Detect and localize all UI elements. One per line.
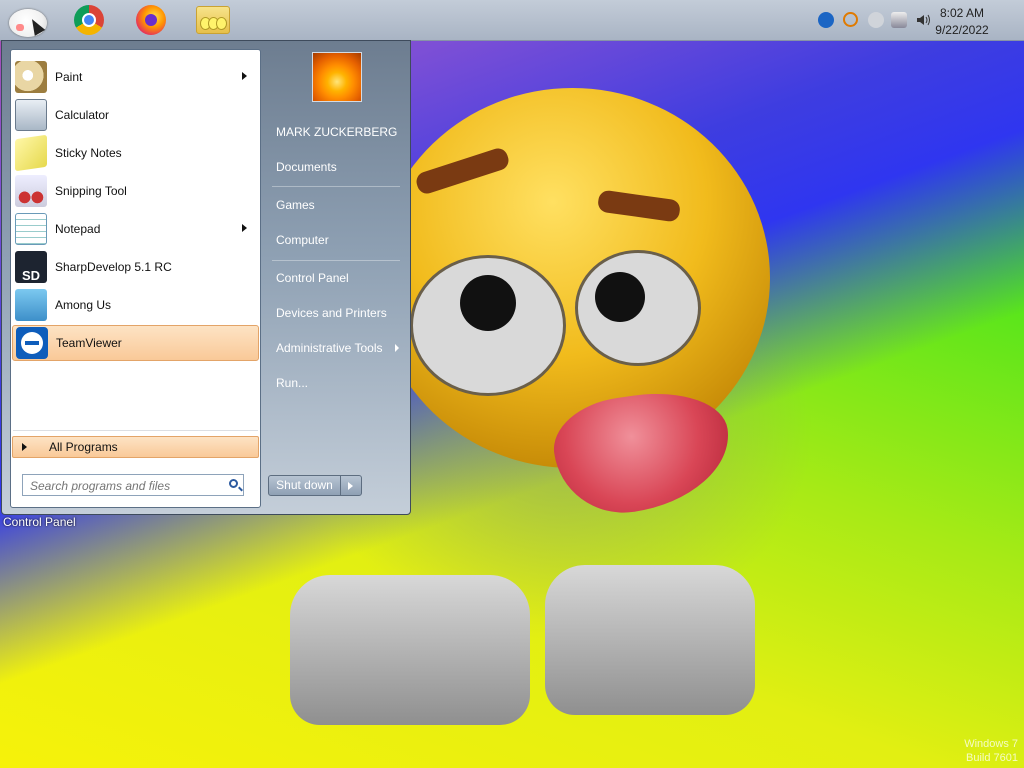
program-label: Sticky Notes [55, 146, 122, 160]
program-notepad[interactable]: Notepad [12, 211, 259, 247]
search-tray-icon[interactable] [843, 12, 858, 27]
taskbar: 8:02 AM 9/22/2022 [0, 0, 1024, 41]
program-label: Calculator [55, 108, 110, 122]
shutdown-button[interactable]: Shut down [269, 476, 341, 495]
windows-watermark: Windows 7 Build 7601 [964, 737, 1018, 765]
program-paint[interactable]: Paint [12, 59, 259, 95]
program-label: SharpDevelop 5.1 RC [55, 260, 172, 274]
sharpdevelop-icon: SD [15, 251, 47, 283]
tooltip-control-panel: Control Panel [3, 515, 76, 529]
program-calculator[interactable]: Calculator [12, 97, 259, 133]
right-separator [272, 186, 400, 187]
chrome-taskbar-button[interactable] [71, 3, 107, 37]
program-label: Among Us [55, 298, 112, 312]
folder-icon [196, 6, 230, 34]
program-snipping-tool[interactable]: Snipping Tool [12, 173, 259, 209]
chrome-icon [74, 5, 104, 35]
sticky-notes-icon [15, 134, 47, 172]
program-label: Notepad [55, 222, 101, 236]
windows-orb-icon [16, 24, 24, 31]
network-icon[interactable] [891, 12, 907, 28]
clock-date[interactable]: 9/22/2022 [922, 23, 1002, 37]
program-label: Paint [55, 70, 83, 84]
user-avatar[interactable] [312, 52, 362, 102]
watermark-line-2: Build 7601 [966, 752, 1018, 764]
program-label: TeamViewer [56, 336, 122, 350]
firefox-taskbar-button[interactable] [133, 3, 169, 37]
programs-pane: Paint Calculator Sticky Notes Snipping T… [10, 49, 261, 508]
watermark-line-1: Windows 7 [964, 738, 1018, 750]
shutdown-button-group: Shut down [268, 475, 362, 496]
right-separator [272, 260, 400, 261]
all-programs-label: All Programs [49, 440, 118, 454]
search-input[interactable] [23, 475, 227, 497]
right-item-devices-printers[interactable]: Devices and Printers [276, 303, 387, 323]
calculator-icon [15, 99, 47, 131]
right-shoe [545, 565, 755, 715]
start-menu: Paint Calculator Sticky Notes Snipping T… [1, 40, 411, 515]
program-sticky-notes[interactable]: Sticky Notes [12, 134, 259, 172]
right-item-administrative-tools[interactable]: Administrative Tools [276, 338, 383, 358]
notepad-icon [15, 213, 47, 245]
program-among-us[interactable]: Among Us [12, 287, 259, 323]
firefox-icon [136, 5, 166, 35]
search-icon[interactable] [229, 479, 238, 488]
program-sharpdevelop[interactable]: SD SharpDevelop 5.1 RC [12, 249, 259, 285]
programs-separator [13, 430, 258, 431]
submenu-arrow-icon [395, 344, 399, 352]
emoji-tray-icon[interactable] [868, 12, 884, 28]
program-label: Snipping Tool [55, 184, 127, 198]
right-item-documents[interactable]: Documents [276, 157, 337, 177]
right-item-games[interactable]: Games [276, 195, 315, 215]
submenu-arrow-icon [242, 224, 247, 232]
teamviewer-icon [16, 327, 48, 359]
left-shoe [290, 575, 530, 725]
clock-time[interactable]: 8:02 AM [922, 6, 1002, 20]
search-field[interactable] [22, 474, 244, 497]
explorer-taskbar-button[interactable] [195, 3, 231, 37]
among-us-icon [15, 289, 47, 321]
right-item-user[interactable]: MARK ZUCKERBERG [276, 122, 397, 142]
teamviewer-tray-icon[interactable] [818, 12, 834, 28]
submenu-arrow-icon [242, 72, 247, 80]
program-teamviewer[interactable]: TeamViewer [12, 325, 259, 361]
shutdown-options-arrow-icon[interactable] [348, 482, 353, 490]
left-pupil [460, 275, 516, 331]
expand-arrow-icon [22, 443, 27, 451]
right-item-control-panel[interactable]: Control Panel [276, 268, 349, 288]
right-pupil [595, 272, 645, 322]
all-programs-button[interactable]: All Programs [12, 436, 259, 458]
sharpdevelop-badge: SD [21, 268, 41, 283]
paint-icon [15, 61, 47, 93]
right-item-run[interactable]: Run... [276, 373, 308, 393]
right-item-computer[interactable]: Computer [276, 230, 329, 250]
snipping-tool-icon [15, 175, 47, 207]
